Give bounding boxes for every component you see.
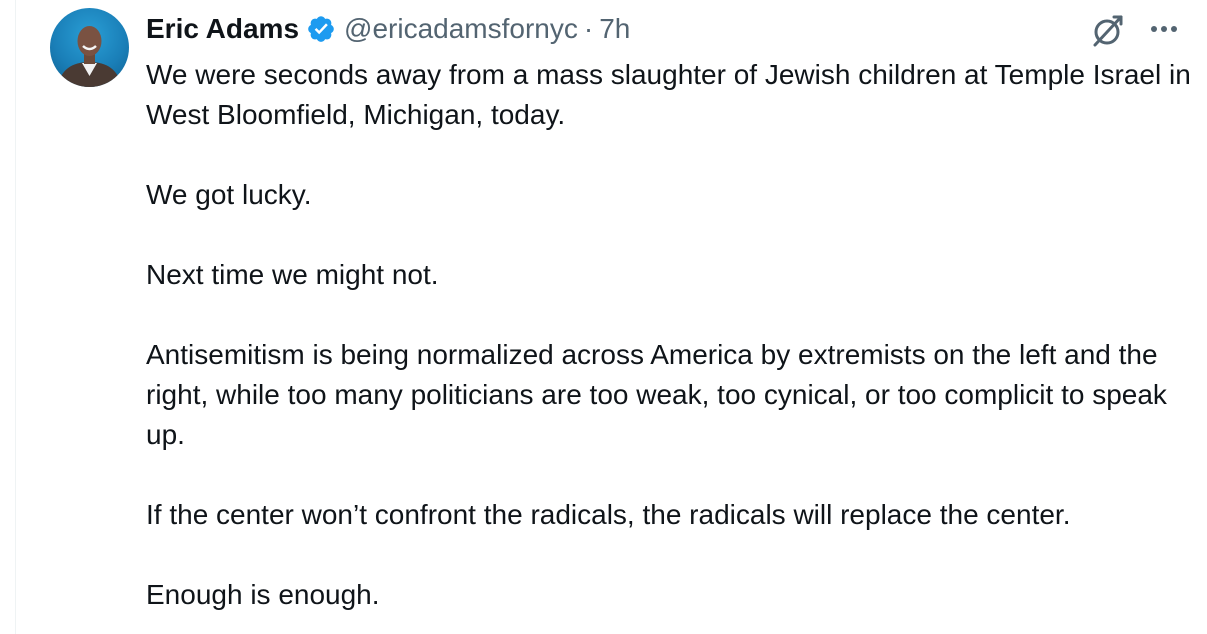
more-options-icon[interactable]: [1144, 12, 1184, 46]
tweet-text: We were seconds away from a mass slaught…: [146, 55, 1196, 615]
tweet-paragraph: Enough is enough.: [146, 579, 380, 610]
timeline-divider: [15, 0, 16, 634]
tweet-header: Eric Adams @ericadamsfornyc · 7h: [146, 9, 630, 49]
tweet-paragraph: If the center won’t confront the radical…: [146, 499, 1071, 530]
tweet-timestamp[interactable]: 7h: [599, 13, 630, 45]
tweet-paragraph: Next time we might not.: [146, 259, 439, 290]
tweet-paragraph: We got lucky.: [146, 179, 312, 210]
avatar[interactable]: [50, 8, 129, 87]
tweet-paragraph: We were seconds away from a mass slaught…: [146, 59, 1191, 130]
header-separator: ·: [583, 13, 594, 44]
profile-photo: [58, 26, 121, 87]
grok-icon[interactable]: [1090, 12, 1126, 48]
display-name[interactable]: Eric Adams: [146, 13, 299, 45]
verified-badge-icon[interactable]: [306, 14, 336, 44]
tweet-paragraph: Antisemitism is being normalized across …: [146, 339, 1167, 450]
user-handle[interactable]: @ericadamsfornyc: [344, 13, 578, 45]
